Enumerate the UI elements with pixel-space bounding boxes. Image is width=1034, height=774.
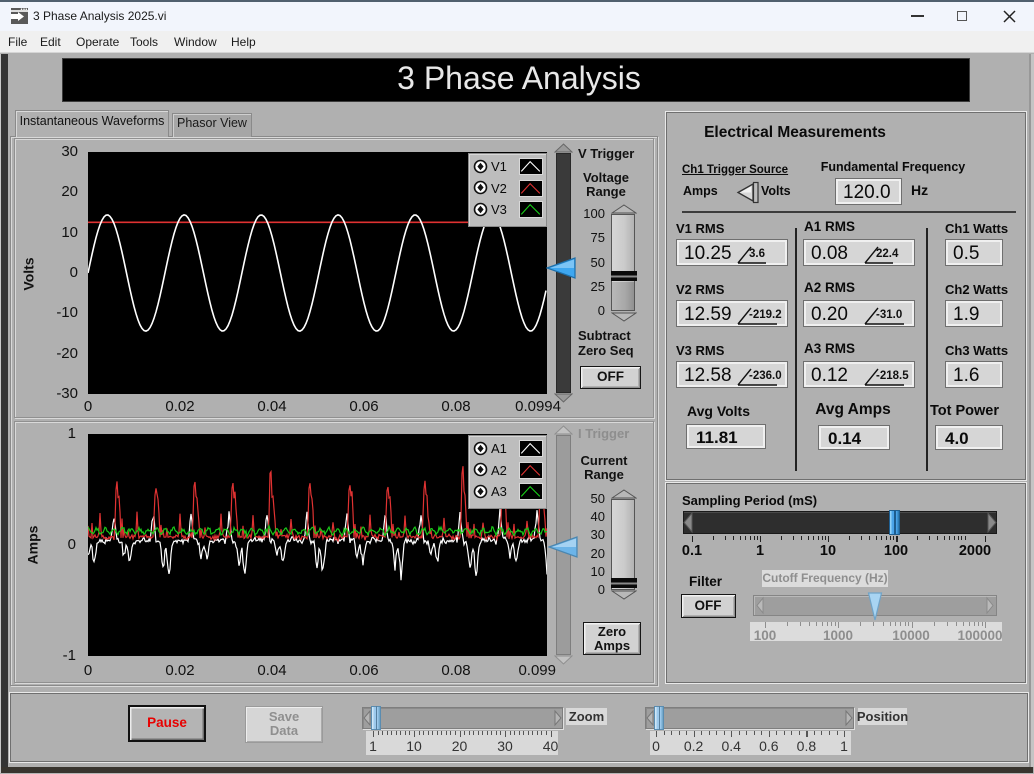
svg-text:3.6: 3.6 xyxy=(749,248,765,260)
svg-text:-31.0: -31.0 xyxy=(876,309,902,321)
svg-text:-218.5: -218.5 xyxy=(876,370,909,382)
svg-text:-236.0: -236.0 xyxy=(749,370,782,382)
svg-text:22.4: 22.4 xyxy=(876,248,899,260)
svg-text:-219.2: -219.2 xyxy=(749,309,782,321)
